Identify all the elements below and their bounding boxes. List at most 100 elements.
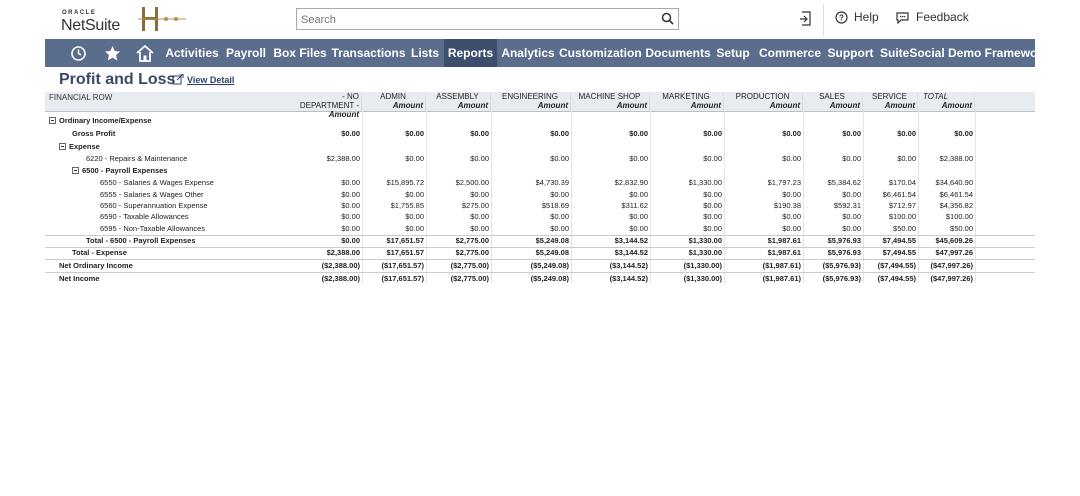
recent-history-icon[interactable]: [65, 39, 91, 67]
collapse-icon[interactable]: [72, 167, 79, 174]
row-cell-value[interactable]: $5,249.08: [492, 235, 569, 247]
row-cell-value[interactable]: $2,388.00: [919, 153, 973, 165]
row-cell-value[interactable]: $1,797.23: [725, 177, 801, 189]
row-cell-value[interactable]: $1,987.61: [725, 235, 801, 247]
column-header-machine-shop[interactable]: MACHINE SHOP Amount: [572, 92, 650, 111]
column-header-service[interactable]: SERVICE Amount: [864, 92, 918, 111]
row-cell-value[interactable]: $0.00: [864, 128, 916, 140]
nav-demo-framework[interactable]: Demo Framework: [948, 39, 1035, 67]
row-cell-value[interactable]: $0.00: [572, 128, 648, 140]
row-cell-value[interactable]: $15,895.72: [363, 177, 424, 189]
row-cell-value[interactable]: $0.00: [572, 223, 648, 235]
row-cell-value[interactable]: ($2,388.00): [287, 260, 360, 272]
row-cell-value[interactable]: ($5,976.93): [804, 260, 861, 272]
row-cell-value[interactable]: ($1,330.00): [651, 273, 722, 285]
nav-analytics[interactable]: Analytics: [500, 39, 556, 67]
row-cell-value[interactable]: ($3,144.52): [572, 260, 648, 272]
row-cell-value[interactable]: $5,976.93: [804, 235, 861, 247]
recent-records-icon[interactable]: [799, 11, 813, 26]
row-cell-value[interactable]: $0.00: [287, 211, 360, 223]
row-cell-value[interactable]: $170.04: [864, 177, 916, 189]
column-header-no-department[interactable]: - NO DEPARTMENT - Amount: [287, 92, 362, 119]
row-cell-value[interactable]: $0.00: [287, 128, 360, 140]
row-cell-value[interactable]: ($47,997.26): [919, 260, 973, 272]
row-cell-value[interactable]: $0.00: [804, 128, 861, 140]
nav-setup[interactable]: Setup: [715, 39, 751, 67]
row-cell-value[interactable]: $0.00: [919, 128, 973, 140]
nav-customization[interactable]: Customization: [559, 39, 642, 67]
row-cell-value[interactable]: ($47,997.26): [919, 273, 973, 285]
row-cell-value[interactable]: $0.00: [651, 153, 722, 165]
search-icon[interactable]: [661, 12, 674, 30]
row-cell-value[interactable]: ($5,976.93): [804, 273, 861, 285]
row-cell-value[interactable]: $0.00: [804, 153, 861, 165]
collapse-icon[interactable]: [59, 143, 66, 150]
row-cell-value[interactable]: ($17,651.57): [363, 273, 424, 285]
row-cell-value[interactable]: $7,494.55: [864, 247, 916, 259]
row-cell-value[interactable]: $0.00: [363, 153, 424, 165]
row-cell-value[interactable]: $0.00: [287, 177, 360, 189]
row-cell-value[interactable]: $50.00: [919, 223, 973, 235]
row-cell-value[interactable]: $5,976.93: [804, 247, 861, 259]
row-cell-value[interactable]: ($1,987.61): [725, 273, 801, 285]
row-cell-value[interactable]: $5,249.08: [492, 247, 569, 259]
row-cell-value[interactable]: $0.00: [427, 128, 489, 140]
row-cell-value[interactable]: $100.00: [864, 211, 916, 223]
row-cell-value[interactable]: $1,330.00: [651, 247, 722, 259]
row-cell-value[interactable]: $7,494.55: [864, 235, 916, 247]
row-cell-value[interactable]: $0.00: [572, 211, 648, 223]
row-cell-value[interactable]: $45,609.26: [919, 235, 973, 247]
row-cell-value[interactable]: $0.00: [725, 211, 801, 223]
row-cell-value[interactable]: $1,330.00: [651, 177, 722, 189]
row-cell-value[interactable]: ($1,330.00): [651, 260, 722, 272]
nav-reports[interactable]: Reports: [444, 39, 497, 67]
row-cell-value[interactable]: $47,997.26: [919, 247, 973, 259]
column-header-engineering[interactable]: ENGINEERING Amount: [492, 92, 571, 111]
nav-payroll[interactable]: Payroll: [223, 39, 269, 67]
search-input[interactable]: [299, 10, 643, 30]
row-cell-value[interactable]: $0.00: [287, 223, 360, 235]
row-cell-value[interactable]: $2,388.00: [287, 247, 360, 259]
home-icon[interactable]: [132, 39, 158, 67]
row-cell-value[interactable]: $2,775.00: [427, 235, 489, 247]
row-cell-value[interactable]: $0.00: [725, 128, 801, 140]
row-cell-value[interactable]: $1,330.00: [651, 235, 722, 247]
column-header-marketing[interactable]: MARKETING Amount: [651, 92, 724, 111]
nav-suitesocial[interactable]: SuiteSocial: [880, 39, 945, 67]
row-cell-value[interactable]: ($17,651.57): [363, 260, 424, 272]
row-cell-value[interactable]: $34,640.90: [919, 177, 973, 189]
row-cell-value[interactable]: $0.00: [864, 153, 916, 165]
nav-commerce[interactable]: Commerce: [758, 39, 822, 67]
row-cell-value[interactable]: ($3,144.52): [572, 273, 648, 285]
global-search[interactable]: [296, 8, 679, 30]
row-cell-value[interactable]: $1,987.61: [725, 247, 801, 259]
row-cell-value[interactable]: ($2,388.00): [287, 273, 360, 285]
row-cell-value[interactable]: $17,651.57: [363, 235, 424, 247]
row-cell-value[interactable]: $3,144.52: [572, 235, 648, 247]
nav-lists[interactable]: Lists: [409, 39, 441, 67]
row-cell-value[interactable]: ($2,775.00): [427, 273, 489, 285]
row-cell-value[interactable]: ($2,775.00): [427, 260, 489, 272]
row-cell-value[interactable]: $2,500.00: [427, 177, 489, 189]
row-cell-value[interactable]: $2,775.00: [427, 247, 489, 259]
row-cell-value[interactable]: $0.00: [363, 211, 424, 223]
row-cell-value[interactable]: $0.00: [804, 211, 861, 223]
row-cell-value[interactable]: $0.00: [492, 153, 569, 165]
row-cell-value[interactable]: $0.00: [492, 128, 569, 140]
nav-documents[interactable]: Documents: [644, 39, 712, 67]
row-cell-value[interactable]: $0.00: [427, 223, 489, 235]
row-cell-value[interactable]: $5,384.62: [804, 177, 861, 189]
column-header-admin[interactable]: ADMIN Amount: [363, 92, 426, 111]
row-cell-value[interactable]: $2,388.00: [287, 153, 360, 165]
row-cell-value[interactable]: ($5,249.08): [492, 273, 569, 285]
row-cell-value[interactable]: $0.00: [651, 128, 722, 140]
nav-transactions[interactable]: Transactions: [330, 39, 407, 67]
collapse-icon[interactable]: [49, 117, 56, 124]
help-button[interactable]: ? Help: [835, 10, 879, 24]
column-header-total[interactable]: TOTAL Amount: [919, 92, 975, 111]
favorites-star-icon[interactable]: [99, 39, 125, 67]
row-cell-value[interactable]: $0.00: [725, 223, 801, 235]
row-cell-value[interactable]: $17,651.57: [363, 247, 424, 259]
row-cell-value[interactable]: $0.00: [651, 223, 722, 235]
row-cell-value[interactable]: ($5,249.08): [492, 260, 569, 272]
